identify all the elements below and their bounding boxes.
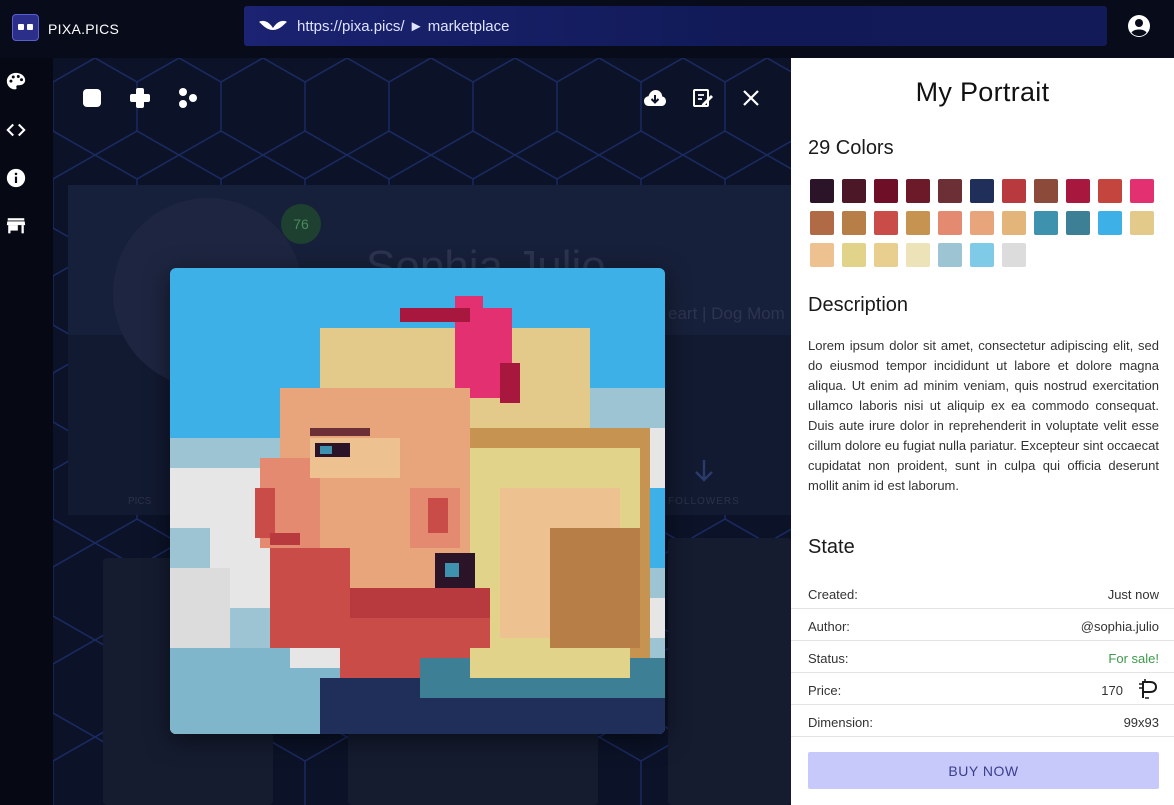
color-swatch[interactable] <box>906 179 930 203</box>
color-swatch[interactable] <box>1002 211 1026 235</box>
color-swatch[interactable] <box>1002 243 1026 267</box>
color-swatch[interactable] <box>842 243 866 267</box>
state-heading: State <box>808 536 855 558</box>
color-swatch[interactable] <box>906 211 930 235</box>
artwork-canvas[interactable] <box>170 268 665 734</box>
account-circle-icon[interactable] <box>1127 14 1151 38</box>
coin-icon <box>1139 679 1158 699</box>
color-swatch[interactable] <box>906 243 930 267</box>
profile-level-badge: 76 <box>281 204 321 244</box>
dimension-value: 99x93 <box>1123 715 1159 730</box>
description-heading: Description <box>808 294 909 316</box>
state-row-created: Created: Just now <box>791 577 1174 609</box>
color-swatch[interactable] <box>938 179 962 203</box>
profile-pic-thumb <box>668 538 791 805</box>
color-swatch[interactable] <box>1098 179 1122 203</box>
colors-heading: 29 Colors <box>808 137 894 159</box>
color-swatch[interactable] <box>1130 211 1154 235</box>
pixa-logo-icon[interactable] <box>12 14 39 41</box>
color-swatch[interactable] <box>938 211 962 235</box>
top-bar: PIXA.PICS https://pixa.pics/ ► marketpla… <box>0 0 1174 58</box>
plus-icon[interactable] <box>129 87 151 109</box>
color-swatch[interactable] <box>970 211 994 235</box>
url-separator: ► <box>408 18 424 35</box>
edit-icon[interactable] <box>692 87 714 109</box>
dots-icon[interactable] <box>177 87 199 109</box>
state-row-price: Price: 170 <box>791 673 1174 705</box>
status-label: Status: <box>808 651 849 666</box>
color-swatch[interactable] <box>970 179 994 203</box>
close-icon[interactable] <box>741 88 761 108</box>
color-swatch[interactable] <box>1098 211 1122 235</box>
color-swatch[interactable] <box>1034 179 1058 203</box>
dimension-label: Dimension: <box>808 715 874 730</box>
price-value: 170 <box>1101 683 1123 698</box>
url-base: https://pixa.pics/ <box>297 18 405 35</box>
color-swatch[interactable] <box>970 243 994 267</box>
color-swatch[interactable] <box>1034 211 1058 235</box>
info-icon[interactable] <box>5 167 27 189</box>
artwork-title: My Portrait <box>915 77 1050 107</box>
profile-tagline: eart | Dog Mom <box>668 304 785 323</box>
arrow-down-icon <box>695 460 713 482</box>
color-swatch[interactable] <box>810 243 834 267</box>
color-swatch[interactable] <box>810 211 834 235</box>
state-row-status: Status: For sale! <box>791 641 1174 673</box>
color-swatch[interactable] <box>1066 211 1090 235</box>
color-swatch[interactable] <box>1130 179 1154 203</box>
author-value[interactable]: @sophia.julio <box>1081 619 1159 634</box>
buy-now-button[interactable]: BUY NOW <box>808 752 1159 789</box>
author-label: Author: <box>808 619 850 634</box>
store-icon[interactable] <box>5 215 27 237</box>
code-icon[interactable] <box>5 119 27 141</box>
color-swatch[interactable] <box>874 211 898 235</box>
left-rail <box>0 58 53 805</box>
color-swatch[interactable] <box>938 243 962 267</box>
url-path: marketplace <box>427 18 510 35</box>
address-text[interactable]: https://pixa.pics/ ► marketplace <box>297 18 509 35</box>
square-icon[interactable] <box>81 87 103 109</box>
color-swatch[interactable] <box>810 179 834 203</box>
color-swatch[interactable] <box>874 243 898 267</box>
address-bar[interactable]: https://pixa.pics/ ► marketplace <box>244 6 1107 46</box>
wings-icon <box>259 20 287 30</box>
color-swatch[interactable] <box>1002 179 1026 203</box>
profile-tab-followers: FOLLOWERS <box>668 496 740 507</box>
cloud-download-icon[interactable] <box>643 87 667 109</box>
state-row-dimension: Dimension: 99x93 <box>791 705 1174 737</box>
palette-icon[interactable] <box>5 71 27 93</box>
price-label: Price: <box>808 683 842 698</box>
created-value: Just now <box>1107 587 1159 602</box>
color-swatch[interactable] <box>842 179 866 203</box>
created-label: Created: <box>808 587 858 602</box>
state-row-author: Author: @sophia.julio <box>791 609 1174 641</box>
details-panel: My Portrait 29 Colors Description Lorem … <box>791 58 1174 805</box>
color-swatch[interactable] <box>874 179 898 203</box>
status-value: For sale! <box>1108 651 1159 666</box>
profile-tab-pics: PICS <box>128 496 152 507</box>
description-text: Lorem ipsum dolor sit amet, consectetur … <box>808 338 1159 493</box>
color-swatch[interactable] <box>1066 179 1090 203</box>
color-swatch[interactable] <box>842 211 866 235</box>
brand-name[interactable]: PIXA.PICS <box>48 21 119 37</box>
